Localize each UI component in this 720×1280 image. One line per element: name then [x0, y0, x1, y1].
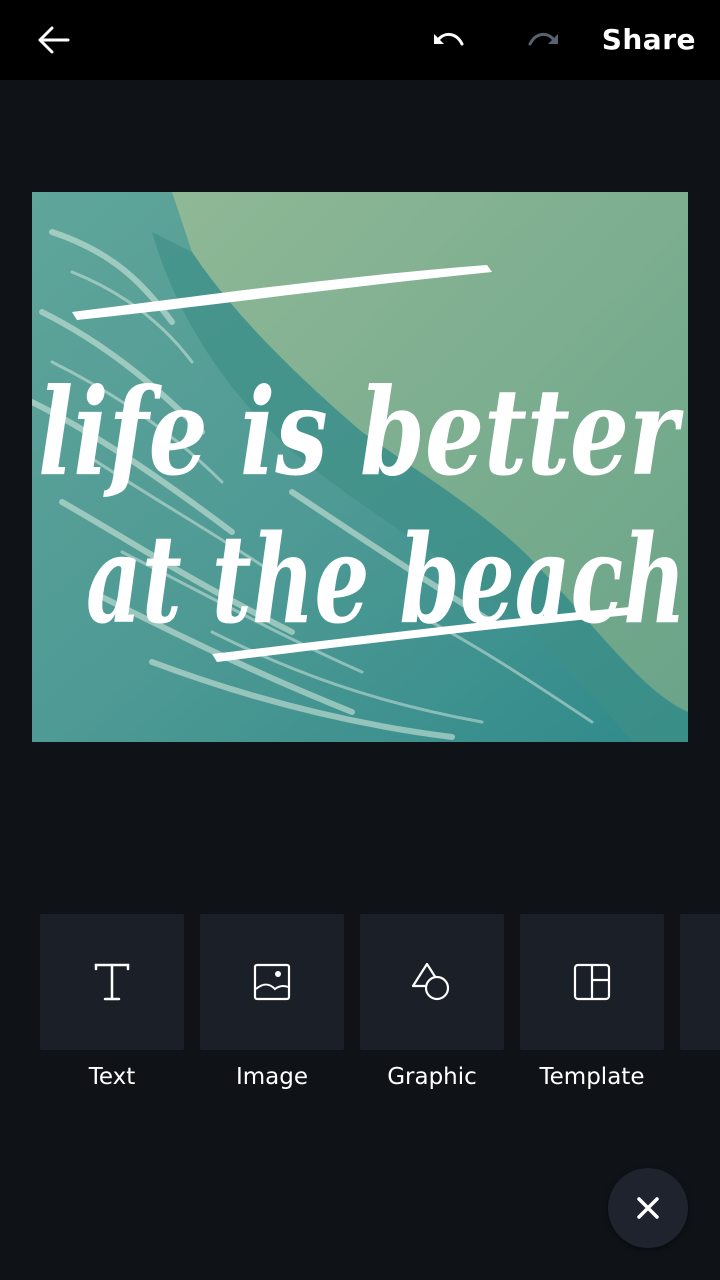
tool-text-label: Text: [88, 1064, 136, 1090]
top-bar: Share: [0, 0, 720, 80]
shapes-icon: [411, 962, 450, 1001]
tool-graphic-label: Graphic: [387, 1064, 477, 1090]
design-text-line-2: at the beach: [86, 507, 686, 651]
tool-image-tile[interactable]: [200, 914, 344, 1050]
template-icon: [573, 963, 611, 1001]
tool-graphic[interactable]: Graphic: [360, 914, 504, 1090]
undo-button[interactable]: [424, 16, 472, 64]
tool-graphic-tile[interactable]: [360, 914, 504, 1050]
tool-more-tile[interactable]: [680, 914, 720, 1050]
tool-image[interactable]: Image: [200, 914, 344, 1090]
tool-text[interactable]: Text: [40, 914, 184, 1090]
text-icon: [94, 963, 130, 1001]
design-canvas[interactable]: life is better at the beach: [32, 192, 688, 742]
tool-more[interactable]: [680, 914, 720, 1050]
tool-template-tile[interactable]: [520, 914, 664, 1050]
design-text-line-1: life is better: [38, 362, 684, 503]
redo-icon: [528, 33, 558, 46]
image-icon: [253, 963, 291, 1001]
share-button[interactable]: Share: [602, 20, 696, 60]
close-icon: [637, 1197, 659, 1219]
undo-icon: [434, 33, 464, 46]
redo-button[interactable]: [520, 16, 568, 64]
tools-row: Text Image Graphic Template: [40, 914, 720, 1104]
tool-template-label: Template: [539, 1064, 645, 1090]
tool-text-tile[interactable]: [40, 914, 184, 1050]
tool-template[interactable]: Template: [520, 914, 664, 1090]
beach-background-image: life is better at the beach: [32, 192, 688, 742]
tool-image-label: Image: [235, 1064, 309, 1090]
close-button[interactable]: [608, 1168, 688, 1248]
arrow-left-icon: [38, 26, 70, 54]
back-button[interactable]: [30, 16, 78, 64]
